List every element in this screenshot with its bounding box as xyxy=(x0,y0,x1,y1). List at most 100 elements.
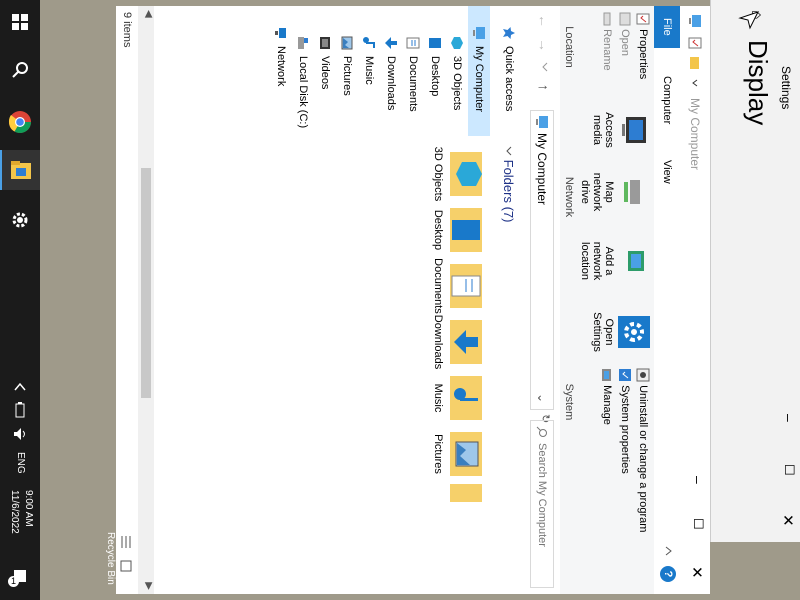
volume-tray[interactable] xyxy=(0,422,40,446)
open-settings-label: Open Settings xyxy=(591,312,615,352)
nav-item-network[interactable]: Network xyxy=(270,26,292,86)
folder-label: 3D Objects xyxy=(432,146,444,202)
help-icon[interactable]: ? xyxy=(660,566,676,582)
desktop-icon xyxy=(428,38,441,48)
settings-taskbar-button[interactable] xyxy=(0,200,40,240)
language-indicator[interactable]: ENG xyxy=(15,452,26,474)
action-center-button[interactable]: 1 xyxy=(0,556,40,596)
nav-item-music[interactable]: Music xyxy=(358,36,380,85)
scroll-right-arrow[interactable]: ▶ xyxy=(143,582,154,590)
scroll-left-arrow[interactable]: ◀ xyxy=(143,10,154,18)
back-button[interactable]: ← xyxy=(536,14,552,28)
ribbon: Properties Open Rename Location Access m… xyxy=(559,6,654,594)
clock-date[interactable]: 11/6/2022 xyxy=(9,490,20,534)
search-box[interactable]: Search My Computer xyxy=(530,420,554,588)
system-properties-label: System properties xyxy=(619,385,632,474)
scrollbar-thumb[interactable] xyxy=(141,168,151,398)
system-properties-button[interactable]: System properties xyxy=(618,368,632,588)
chrome-taskbar-button[interactable] xyxy=(0,102,40,142)
network-icon xyxy=(274,28,286,38)
tab-view[interactable]: View xyxy=(654,148,680,196)
title-bar[interactable]: My Computer – ☐ ✕ xyxy=(680,6,710,594)
maximize-button[interactable]: ☐ xyxy=(690,518,706,530)
downloads-icon xyxy=(384,37,397,49)
settings-minimize-button[interactable]: – xyxy=(781,414,797,422)
minimize-button[interactable]: – xyxy=(690,476,706,484)
settings-close-button[interactable]: ✕ xyxy=(779,514,797,527)
chevron-down-icon[interactable]: ⌄ xyxy=(531,393,553,403)
large-icons-view-button[interactable] xyxy=(116,560,134,572)
recycle-bin-label[interactable]: Recycle Bin xyxy=(105,532,116,585)
battery-icon xyxy=(15,402,25,418)
chevron-down-icon xyxy=(542,62,548,72)
status-bar: 9 items xyxy=(116,6,138,594)
settings-maximize-button[interactable]: ☐ xyxy=(781,464,797,476)
folders-section-header[interactable]: Folders (7) xyxy=(501,146,516,222)
pictures-icon xyxy=(450,432,482,476)
chevron-up-icon xyxy=(665,546,672,556)
desktop-icon xyxy=(450,208,482,252)
music-icon xyxy=(450,376,482,420)
nav-item-documents[interactable]: Documents xyxy=(402,36,424,112)
manage-label: Manage xyxy=(601,385,614,425)
forward-button[interactable]: → xyxy=(536,38,552,52)
folder-documents[interactable]: Documents xyxy=(432,258,488,314)
horizontal-scrollbar[interactable]: ◀ ▶ xyxy=(138,6,154,594)
nav-item-quick-access[interactable]: Quick access xyxy=(498,26,520,111)
folder-desktop[interactable]: Desktop xyxy=(432,202,488,258)
nav-item-my-computer[interactable]: My Computer xyxy=(468,6,490,136)
folder-icon xyxy=(450,484,482,502)
folder-partial[interactable] xyxy=(444,482,488,502)
manage-icon xyxy=(602,369,611,381)
address-bar[interactable]: My Computer ⌄ xyxy=(530,110,554,410)
chevron-down-icon xyxy=(506,146,512,156)
search-icon xyxy=(12,62,28,78)
add-network-location-button[interactable]: Add a network location xyxy=(579,228,650,294)
open-settings-button[interactable]: Open Settings xyxy=(591,302,650,362)
clock-time[interactable]: 9:00 AM xyxy=(23,490,34,527)
search-placeholder: Search My Computer xyxy=(536,443,548,547)
properties-button[interactable]: Properties xyxy=(636,12,650,82)
map-network-drive-button[interactable]: Map network drive xyxy=(579,162,650,222)
tab-computer[interactable]: Computer xyxy=(654,64,680,136)
nav-item-pictures[interactable]: Pictures xyxy=(336,36,358,96)
folder-icon xyxy=(11,161,31,179)
folder-pictures[interactable]: Pictures xyxy=(432,426,488,482)
ribbon-collapse-button[interactable] xyxy=(661,546,674,556)
show-hidden-icons[interactable] xyxy=(0,372,40,400)
documents-icon xyxy=(406,37,420,49)
recent-locations-button[interactable] xyxy=(537,62,550,72)
star-icon xyxy=(502,27,515,39)
tab-file[interactable]: File xyxy=(654,6,680,48)
folder-downloads[interactable]: Downloads xyxy=(432,314,488,370)
details-view-button[interactable] xyxy=(116,536,134,548)
uninstall-button[interactable]: Uninstall or change a program xyxy=(636,368,650,588)
chevron-down-icon xyxy=(692,79,698,87)
uninstall-label: Uninstall or change a program xyxy=(637,385,650,533)
nav-item-local-disk[interactable]: Local Disk (C:) xyxy=(292,36,314,128)
folder-label: Pictures xyxy=(432,434,444,474)
network-group-label: Network xyxy=(563,176,575,218)
map-network-drive-label: Map network drive xyxy=(579,172,615,212)
nav-item-desktop[interactable]: Desktop xyxy=(424,36,446,96)
manage-button[interactable]: Manage xyxy=(600,368,614,588)
open-button[interactable]: Open xyxy=(618,12,632,82)
close-button[interactable]: ✕ xyxy=(688,566,706,579)
battery-tray[interactable] xyxy=(0,398,40,422)
nav-item-videos[interactable]: Videos xyxy=(314,36,336,89)
videos-icon xyxy=(319,37,330,49)
access-media-button[interactable]: Access media xyxy=(591,100,650,160)
folder-music[interactable]: Music xyxy=(432,370,488,426)
up-button[interactable]: ↑ xyxy=(536,84,552,91)
explorer-taskbar-button[interactable] xyxy=(0,150,40,190)
open-label: Open xyxy=(619,29,632,56)
folder-3d-objects[interactable]: 3D Objects xyxy=(432,146,488,202)
search-button[interactable] xyxy=(0,50,40,90)
properties-label: Properties xyxy=(637,29,650,80)
rename-button[interactable]: Rename xyxy=(600,12,614,82)
folder-label: Downloads xyxy=(432,314,444,370)
start-button[interactable] xyxy=(0,2,40,42)
file-explorer-window: My Computer – ☐ ✕ File Computer View ? P… xyxy=(116,6,710,594)
nav-item-3d-objects[interactable]: 3D Objects xyxy=(446,36,468,110)
nav-item-downloads[interactable]: Downloads xyxy=(380,36,402,110)
